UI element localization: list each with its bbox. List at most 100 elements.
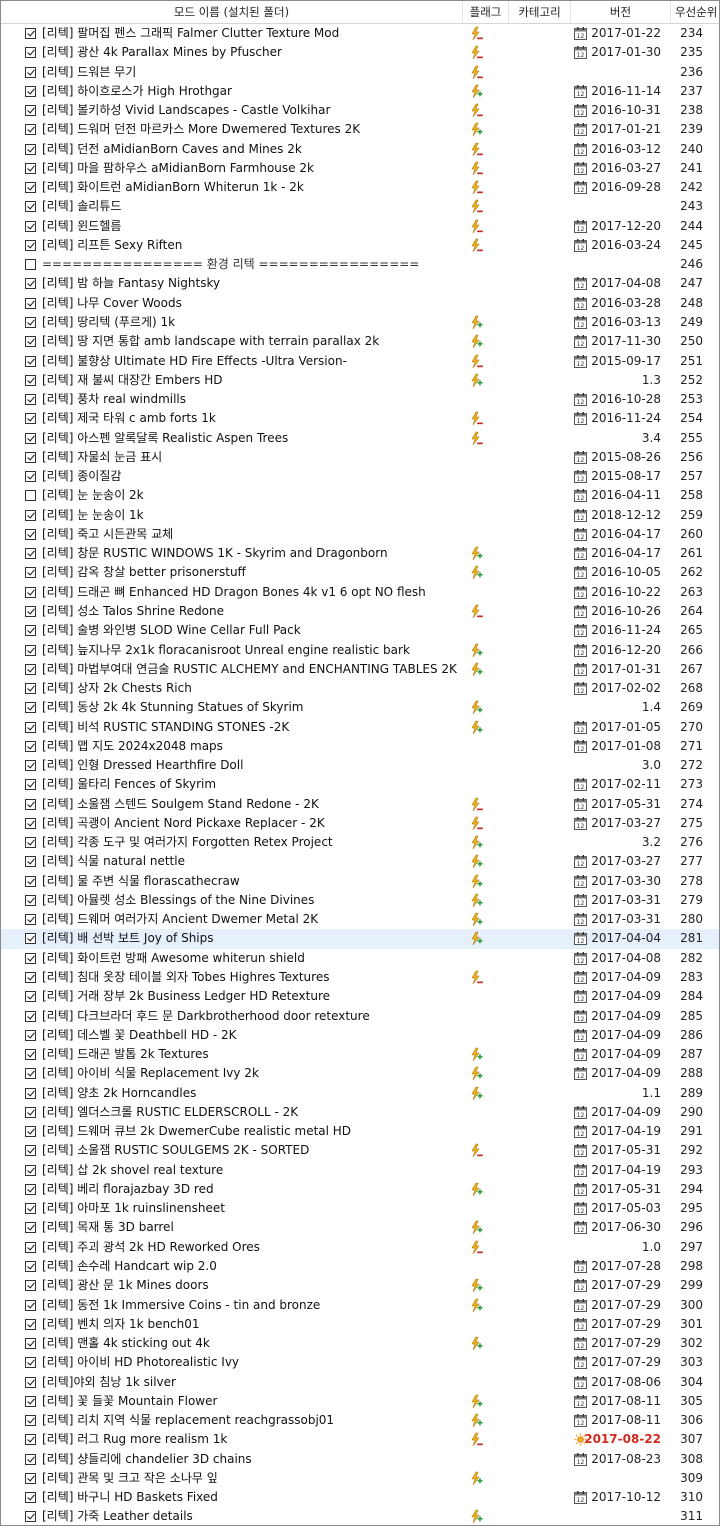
mod-enabled-checkbox[interactable] bbox=[25, 1318, 36, 1330]
mod-enabled-checkbox[interactable] bbox=[25, 837, 36, 849]
mod-row[interactable]: [리텍] 아뮬렛 성소 Blessings of the Nine Divine… bbox=[1, 891, 719, 910]
mod-row[interactable]: [리텍] 마법부여대 연금술 RUSTIC ALCHEMY and ENCHAN… bbox=[1, 660, 719, 679]
mod-row[interactable]: [리텍] 땅리텍 (푸르게) 1k 12 2016-03-13 249 bbox=[1, 313, 719, 332]
mod-enabled-checkbox[interactable] bbox=[25, 201, 36, 213]
mod-enabled-checkbox[interactable] bbox=[25, 1126, 36, 1138]
mod-row[interactable]: [리텍] 소울잼 RUSTIC SOULGEMS 2K - SORTED 12 20… bbox=[1, 1141, 719, 1160]
mod-row[interactable]: [리텍] 아이비 HD Photorealistic Ivy 12 2017-07-… bbox=[1, 1353, 719, 1372]
mod-enabled-checkbox[interactable] bbox=[25, 1049, 36, 1061]
mod-row[interactable]: [리텍] 풍차 real windmills 12 2016-10-28 253 bbox=[1, 390, 719, 409]
mod-row[interactable]: [리텍] 삽 2k shovel real texture 12 2017-04-1… bbox=[1, 1161, 719, 1180]
mod-enabled-checkbox[interactable] bbox=[25, 933, 36, 945]
column-header-name[interactable]: 모드 이름 (설치된 폴더) bbox=[1, 1, 463, 23]
mod-row[interactable]: [리텍] 러그 Rug more realism 1k 2017-08-22 307 bbox=[1, 1430, 719, 1449]
mod-enabled-checkbox[interactable] bbox=[25, 1203, 36, 1215]
mod-row[interactable]: [리텍] 맵 지도 2024x2048 maps 12 2017-01-08 271 bbox=[1, 737, 719, 756]
mod-row[interactable]: [리텍] 다크브라더 후드 문 Darkbrotherhood door ret… bbox=[1, 1007, 719, 1026]
mod-enabled-checkbox[interactable] bbox=[25, 663, 36, 675]
mod-row[interactable]: [리텍] 소울잼 스텐드 Soulgem Stand Redone - 2K 12… bbox=[1, 795, 719, 814]
mod-row[interactable]: [리텍] 광산 문 1k Mines doors 12 2017-07-29 299 bbox=[1, 1276, 719, 1295]
mod-row[interactable]: [리텍] 울타리 Fences of Skyrim 12 2017-02-11 273 bbox=[1, 775, 719, 794]
mod-enabled-checkbox[interactable] bbox=[25, 47, 36, 59]
mod-enabled-checkbox[interactable] bbox=[25, 413, 36, 425]
mod-row[interactable]: [리텍] 나무 Cover Woods 12 2016-03-28 248 bbox=[1, 294, 719, 313]
mod-enabled-checkbox[interactable] bbox=[25, 1357, 36, 1369]
mod-row[interactable]: [리텍] 양초 2k Horncandles 1.1 289 bbox=[1, 1084, 719, 1103]
mod-row[interactable]: [리텍] 드웨머 큐브 2k DwemerCube realistic meta… bbox=[1, 1122, 719, 1141]
mod-enabled-checkbox[interactable] bbox=[25, 1280, 36, 1292]
mod-enabled-checkbox[interactable] bbox=[25, 914, 36, 926]
mod-row[interactable]: [리텍] 드워머 던전 마르카스 More Dwemered Textures … bbox=[1, 120, 719, 139]
mod-enabled-checkbox[interactable] bbox=[25, 875, 36, 887]
column-header-priority[interactable]: 우선순위 bbox=[671, 1, 719, 23]
mod-row[interactable]: [리텍] 아스펜 알록달록 Realistic Aspen Trees 3.4 25… bbox=[1, 429, 719, 448]
mod-enabled-checkbox[interactable] bbox=[25, 1395, 36, 1407]
mod-enabled-checkbox[interactable] bbox=[25, 316, 36, 328]
mod-row[interactable]: [리텍] 눈 눈송이 1k 12 2018-12-12 259 bbox=[1, 506, 719, 525]
mod-row[interactable]: [리텍] 샹들리에 chandelier 3D chains 12 2017-08-… bbox=[1, 1450, 719, 1469]
mod-row[interactable]: [리텍] 데스벨 꽃 Deathbell HD - 2K 12 2017-04-09… bbox=[1, 1026, 719, 1045]
mod-enabled-checkbox[interactable] bbox=[25, 1299, 36, 1311]
mod-row[interactable]: [리텍] 마을 팜하우스 aMidianBorn Farmhouse 2k 12 2… bbox=[1, 159, 719, 178]
mod-row[interactable]: [리텍] 눈 눈송이 2k 12 2016-04-11 258 bbox=[1, 486, 719, 505]
mod-enabled-checkbox[interactable] bbox=[25, 740, 36, 752]
mod-enabled-checkbox[interactable] bbox=[25, 1376, 36, 1388]
mod-row[interactable]: [리텍] 동상 2k 4k Stunning Statues of Skyrim… bbox=[1, 698, 719, 717]
mod-enabled-checkbox[interactable] bbox=[25, 625, 36, 637]
mod-row[interactable]: [리텍] 죽고 시든관목 교체 12 2016-04-17 260 bbox=[1, 525, 719, 544]
mod-enabled-checkbox[interactable] bbox=[25, 972, 36, 984]
mod-enabled-checkbox[interactable] bbox=[25, 894, 36, 906]
mod-enabled-checkbox[interactable] bbox=[25, 1453, 36, 1465]
mod-enabled-checkbox[interactable] bbox=[25, 605, 36, 617]
mod-enabled-checkbox[interactable] bbox=[25, 586, 36, 598]
mod-row[interactable]: [리텍] 베리 florajazbay 3D red 12 2017-05-31 29… bbox=[1, 1180, 719, 1199]
mod-enabled-checkbox[interactable] bbox=[25, 278, 36, 290]
mod-row[interactable]: [리텍] 화이트런 방패 Awesome whiterun shield 12 20… bbox=[1, 949, 719, 968]
mod-enabled-checkbox[interactable] bbox=[25, 1222, 36, 1234]
mod-enabled-checkbox[interactable] bbox=[25, 817, 36, 829]
mod-enabled-checkbox[interactable] bbox=[25, 394, 36, 406]
mod-row[interactable]: [리텍] 각종 도구 및 여러가지 Forgotten Retex Projec… bbox=[1, 833, 719, 852]
mod-row[interactable]: [리텍] 맨홀 4k sticking out 4k 12 2017-07-29 30… bbox=[1, 1334, 719, 1353]
mod-row[interactable]: ================ 환경 리텍 ================ 2… bbox=[1, 255, 719, 274]
mod-row[interactable]: [리텍] 상자 2k Chests Rich 12 2017-02-02 268 bbox=[1, 679, 719, 698]
mod-row[interactable]: [리텍] 벤치 의자 1k bench01 12 2017-07-29 301 bbox=[1, 1315, 719, 1334]
mod-row[interactable]: [리텍] 침대 옷장 테이블 외자 Tobes Highres Textures… bbox=[1, 968, 719, 987]
mod-enabled-checkbox[interactable] bbox=[25, 528, 36, 540]
mod-row[interactable]: [리텍] 솔리튜드 243 bbox=[1, 197, 719, 216]
mod-enabled-checkbox[interactable] bbox=[25, 162, 36, 174]
mod-row[interactable]: [리텍] 던전 aMidianBorn Caves and Mines 2k 12… bbox=[1, 140, 719, 159]
mod-row[interactable]: [리텍] 배 선박 보트 Joy of Ships 12 2017-04-04 281 bbox=[1, 929, 719, 949]
mod-enabled-checkbox[interactable] bbox=[25, 1106, 36, 1118]
mod-enabled-checkbox[interactable] bbox=[25, 1511, 36, 1523]
mod-enabled-checkbox[interactable] bbox=[25, 220, 36, 232]
mod-enabled-checkbox[interactable] bbox=[25, 548, 36, 560]
mod-row[interactable]: [리텍] 성소 Talos Shrine Redone 12 2016-10-26 2… bbox=[1, 602, 719, 621]
mod-row[interactable]: [리텍] 불향상 Ultimate HD Fire Effects -Ultra… bbox=[1, 352, 719, 371]
mod-enabled-checkbox[interactable] bbox=[25, 1068, 36, 1080]
mod-row[interactable]: [리텍] 감옥 창살 better prisonerstuff 12 2016-10… bbox=[1, 563, 719, 582]
mod-enabled-checkbox[interactable] bbox=[25, 1472, 36, 1484]
mod-row[interactable]: [리텍] 땅 지면 통합 amb landscape with terrain … bbox=[1, 332, 719, 351]
mod-row[interactable]: [리텍] 드워븐 무기 236 bbox=[1, 63, 719, 82]
mod-row[interactable]: [리텍] 드웨머 여러가지 Ancient Dwemer Metal 2K 12 2… bbox=[1, 910, 719, 929]
mod-row[interactable]: [리텍] 리프튼 Sexy Riften 12 2016-03-24 245 bbox=[1, 236, 719, 255]
mod-row[interactable]: [리텍] 화이트런 aMidianBorn Whiterun 1k - 2k 12… bbox=[1, 178, 719, 197]
mod-enabled-checkbox[interactable] bbox=[25, 1164, 36, 1176]
mod-enabled-checkbox[interactable] bbox=[25, 471, 36, 483]
mod-row[interactable]: [리텍] 꽃 들꽃 Mountain Flower 12 2017-08-11 305 bbox=[1, 1392, 719, 1411]
mod-enabled-checkbox[interactable] bbox=[25, 1241, 36, 1253]
mod-enabled-checkbox[interactable] bbox=[25, 1338, 36, 1350]
mod-enabled-checkbox[interactable] bbox=[25, 683, 36, 695]
mod-enabled-checkbox[interactable] bbox=[25, 567, 36, 579]
mod-enabled-checkbox[interactable] bbox=[25, 336, 36, 348]
mod-row[interactable]: [리텍] 아마포 1k ruinslinensheet 12 2017-05-03 2… bbox=[1, 1199, 719, 1218]
mod-enabled-checkbox[interactable] bbox=[25, 432, 36, 444]
mod-enabled-checkbox[interactable] bbox=[25, 1492, 36, 1504]
mod-enabled-checkbox[interactable] bbox=[25, 1029, 36, 1041]
mod-row[interactable]: [리텍] 자물쇠 눈금 표시 12 2015-08-26 256 bbox=[1, 448, 719, 467]
mod-row[interactable]: [리텍] 늪지나무 2x1k floracanisroot Unreal eng… bbox=[1, 641, 719, 660]
mod-row[interactable]: [리텍] 물 주변 식물 florascathecraw 12 2017-03-30… bbox=[1, 872, 719, 891]
column-header-flags[interactable]: 플래그 bbox=[463, 1, 509, 23]
mod-enabled-checkbox[interactable] bbox=[25, 105, 36, 117]
